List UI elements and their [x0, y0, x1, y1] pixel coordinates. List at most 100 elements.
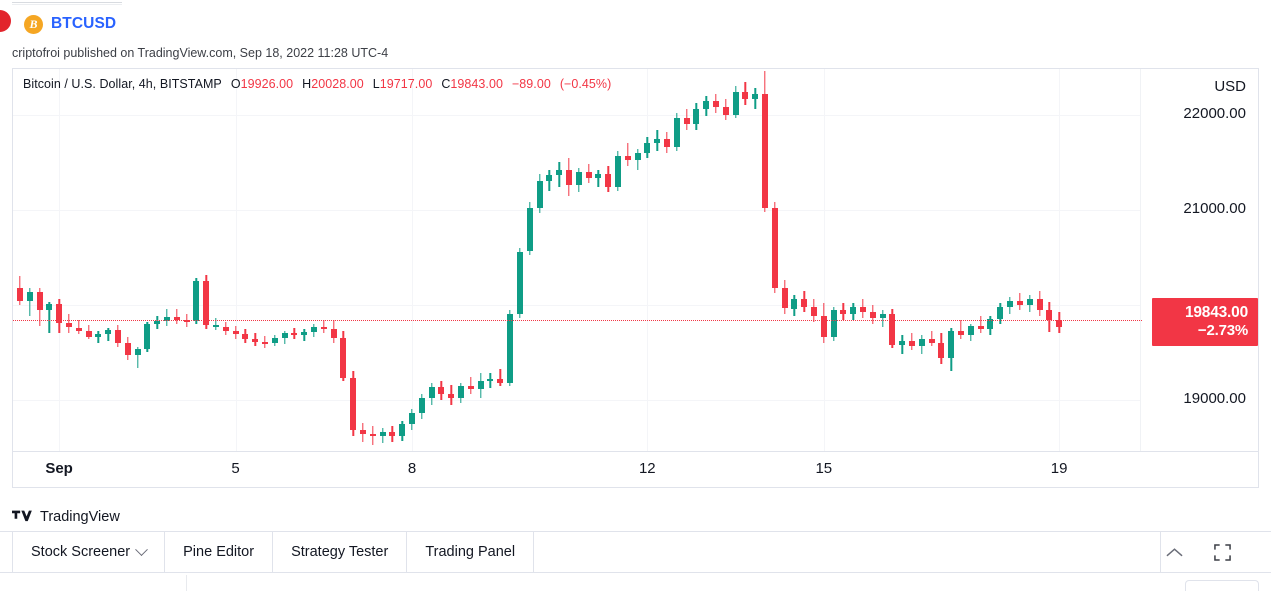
candlestick [546, 69, 552, 452]
candle-body [1056, 320, 1062, 328]
candlestick [507, 69, 513, 452]
candle-body [595, 174, 601, 179]
candlestick [762, 69, 768, 452]
symbol-title[interactable]: BTCUSD [51, 15, 116, 33]
candlestick [978, 69, 984, 452]
candle-body [929, 339, 935, 343]
candlestick [370, 69, 376, 452]
candlestick [752, 69, 758, 452]
candlestick [380, 69, 386, 452]
candlestick [723, 69, 729, 452]
candlestick [576, 69, 582, 452]
candlestick [517, 69, 523, 452]
chevron-down-icon[interactable] [135, 543, 148, 556]
candlestick [1027, 69, 1033, 452]
symbol-header[interactable]: B BTCUSD [24, 13, 116, 35]
candlestick [115, 69, 121, 452]
candlestick [272, 69, 278, 452]
candlestick [242, 69, 248, 452]
candle-wick [627, 143, 628, 166]
candlestick [791, 69, 797, 452]
candlestick [419, 69, 425, 452]
fullscreen-icon[interactable] [1209, 539, 1235, 565]
candle-body [105, 330, 111, 334]
candlestick [566, 69, 572, 452]
chevron-up-icon[interactable] [1161, 539, 1187, 565]
candle-body [752, 94, 758, 100]
top-edge-stub-secondary [12, 4, 122, 5]
current-price-line [13, 320, 1142, 321]
candle-body [321, 327, 327, 330]
candle-body [811, 307, 817, 317]
candlestick [644, 69, 650, 452]
candle-body [870, 312, 876, 318]
top-edge-stub [12, 2, 122, 3]
candle-body [360, 430, 366, 434]
candle-body [125, 343, 131, 355]
candle-body [438, 387, 444, 394]
change-absolute: −89.00 [512, 77, 551, 91]
candle-body [17, 288, 23, 301]
notification-badge[interactable] [0, 10, 11, 32]
candle-body [703, 101, 709, 109]
bottom-toolbar-item-strategy-tester[interactable]: Strategy Tester [273, 532, 407, 572]
candlestick [860, 69, 866, 452]
candle-body [448, 394, 454, 398]
price-scale[interactable]: USD 22000.0021000.0020000.0019000.00 198… [1140, 69, 1258, 452]
candlestick [17, 69, 23, 452]
candlestick [448, 69, 454, 452]
candlestick [174, 69, 180, 452]
time-scale[interactable]: Sep58121519 [13, 451, 1258, 487]
candlestick [497, 69, 503, 452]
candle-body [791, 299, 797, 309]
candlestick [223, 69, 229, 452]
candlestick [1056, 69, 1062, 452]
candle-body [527, 208, 533, 252]
candle-body [233, 331, 239, 334]
high-tag: H [302, 77, 311, 91]
candle-body [350, 378, 356, 430]
candlestick [478, 69, 484, 452]
open-value: 19926.00 [241, 77, 294, 91]
candlestick [811, 69, 817, 452]
open-tag: O [231, 77, 241, 91]
candlestick [429, 69, 435, 452]
candle-body [537, 181, 543, 208]
chart-container[interactable]: Bitcoin / U.S. Dollar, 4h, BITSTAMPO1992… [12, 68, 1259, 488]
candlestick [340, 69, 346, 452]
candle-body [566, 170, 572, 185]
time-tick-label: Sep [45, 460, 73, 477]
candlestick [1046, 69, 1052, 452]
candlestick [831, 69, 837, 452]
candlestick [399, 69, 405, 452]
candle-wick [960, 320, 961, 339]
candlestick [684, 69, 690, 452]
bottom-toolbar-item-stock-screener[interactable]: Stock Screener [12, 532, 165, 572]
candlestick [635, 69, 641, 452]
candle-body [958, 331, 964, 335]
bottom-toolbar-item-trading-panel[interactable]: Trading Panel [407, 532, 534, 572]
tradingview-logo-icon [12, 510, 33, 524]
candle-body [782, 288, 788, 309]
publish-info: criptofroi published on TradingView.com,… [12, 46, 388, 60]
bottom-toolbar-item-pine-editor[interactable]: Pine Editor [165, 532, 273, 572]
candlestick [595, 69, 601, 452]
candle-body [1017, 301, 1023, 305]
candle-body [301, 332, 307, 335]
candle-body [144, 324, 150, 350]
candlestick [321, 69, 327, 452]
candlestick [458, 69, 464, 452]
chart-plot-area[interactable] [13, 69, 1142, 452]
candle-body [262, 342, 268, 344]
candle-body [576, 172, 582, 185]
candle-body [938, 343, 944, 358]
candle-body [693, 109, 699, 124]
candle-body [380, 432, 386, 436]
candle-wick [902, 335, 903, 354]
candle-body [458, 386, 464, 398]
candle-body [899, 341, 905, 345]
candlestick [556, 69, 562, 452]
candlestick [1007, 69, 1013, 452]
candlestick [850, 69, 856, 452]
time-tick-label: 8 [408, 460, 416, 477]
